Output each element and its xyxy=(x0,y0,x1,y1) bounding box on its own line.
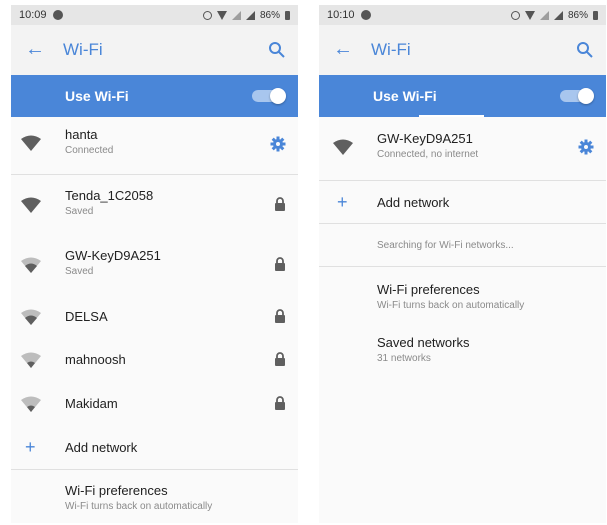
search-icon[interactable] xyxy=(268,41,286,59)
use-wifi-label: Use Wi-Fi xyxy=(373,88,437,104)
gear-icon[interactable] xyxy=(578,139,594,155)
wifi-signal-full-icon xyxy=(21,135,41,151)
add-network-label: Add network xyxy=(377,195,450,210)
wifi-preferences-subtitle: Wi-Fi turns back on automatically xyxy=(65,501,213,512)
network-status: Saved xyxy=(65,266,94,277)
data-saver-icon xyxy=(510,10,520,20)
network-item[interactable]: Tenda_1C2058 Saved xyxy=(11,175,298,235)
use-wifi-row[interactable]: Use Wi-Fi xyxy=(319,75,606,117)
add-network-label: Add network xyxy=(65,440,138,455)
search-icon[interactable] xyxy=(576,41,594,59)
signal-icon xyxy=(231,10,241,20)
status-time: 10:10 xyxy=(327,9,355,21)
wifi-preferences-title: Wi-Fi preferences xyxy=(377,282,480,297)
battery-percent: 86% xyxy=(567,9,588,21)
wifi-settings-screen-right: 10:10 86% ← Wi-Fi Use Wi-Fi GW-KeyD9A251… xyxy=(319,5,606,523)
network-item[interactable]: GW-KeyD9A251 Connected, no internet xyxy=(319,117,606,180)
wifi-settings-screen-left: 10:09 86% ← Wi-Fi Use Wi-Fi hanta Connec… xyxy=(11,5,298,523)
wifi-preferences-item[interactable]: Wi-Fi preferences Wi-Fi turns back on au… xyxy=(319,267,606,327)
signal-icon xyxy=(553,10,563,20)
wifi-toggle[interactable] xyxy=(560,88,594,104)
wifi-signal-medium-icon xyxy=(21,309,41,325)
page-title: Wi-Fi xyxy=(63,40,103,59)
plus-icon: + xyxy=(25,437,36,457)
lock-icon xyxy=(275,257,285,271)
network-name: Makidam xyxy=(65,396,118,411)
lock-icon xyxy=(275,396,285,410)
signal-icon xyxy=(245,10,255,20)
network-name: DELSA xyxy=(65,309,108,324)
use-wifi-row[interactable]: Use Wi-Fi xyxy=(11,75,298,117)
add-network-button[interactable]: + Add network xyxy=(319,181,606,223)
status-bar: 10:10 86% xyxy=(319,5,606,25)
wifi-status-icon xyxy=(524,10,535,20)
lock-icon xyxy=(275,352,285,366)
wifi-preferences-item[interactable]: Wi-Fi preferences Wi-Fi turns back on au… xyxy=(11,470,298,520)
network-item[interactable]: mahnoosh xyxy=(11,338,298,382)
network-status: Saved xyxy=(65,206,94,217)
network-item[interactable]: Makidam xyxy=(11,382,298,426)
battery-icon xyxy=(285,10,290,20)
network-name: mahnoosh xyxy=(65,352,126,367)
back-arrow-icon[interactable]: ← xyxy=(25,39,45,59)
network-name: Tenda_1C2058 xyxy=(65,188,154,203)
app-bar: ← Wi-Fi xyxy=(319,25,606,75)
network-item[interactable]: DELSA xyxy=(11,295,298,338)
network-status: Connected xyxy=(65,145,114,156)
wifi-status-icon xyxy=(216,10,227,20)
wifi-toggle[interactable] xyxy=(252,88,286,104)
notification-icon xyxy=(52,10,63,20)
use-wifi-label: Use Wi-Fi xyxy=(65,88,129,104)
lock-icon xyxy=(275,309,285,323)
page-title: Wi-Fi xyxy=(371,40,411,59)
saved-networks-item[interactable]: Saved networks 31 networks xyxy=(319,327,606,382)
network-item[interactable]: GW-KeyD9A251 Saved xyxy=(11,235,298,295)
signal-icon xyxy=(539,10,549,20)
saved-networks-count: 31 networks xyxy=(377,353,431,364)
battery-icon xyxy=(593,10,598,20)
network-name: GW-KeyD9A251 xyxy=(377,131,473,146)
gear-icon[interactable] xyxy=(270,136,286,152)
wifi-signal-low-icon xyxy=(21,396,41,412)
battery-percent: 86% xyxy=(259,9,280,21)
wifi-signal-full-icon xyxy=(333,139,353,155)
network-item[interactable]: hanta Connected xyxy=(11,117,298,174)
notification-icon xyxy=(360,10,371,20)
data-saver-icon xyxy=(202,10,212,20)
plus-icon: + xyxy=(337,192,348,212)
status-bar: 10:09 86% xyxy=(11,5,298,25)
network-name: GW-KeyD9A251 xyxy=(65,248,161,263)
wifi-signal-full-icon xyxy=(21,197,41,213)
searching-status: Searching for Wi-Fi networks... xyxy=(319,224,606,266)
wifi-preferences-subtitle: Wi-Fi turns back on automatically xyxy=(377,300,525,311)
app-bar: ← Wi-Fi xyxy=(11,25,298,75)
network-name: hanta xyxy=(65,127,98,142)
saved-networks-title: Saved networks xyxy=(377,335,470,350)
wifi-signal-medium-icon xyxy=(21,257,41,273)
network-status: Connected, no internet xyxy=(377,149,479,160)
status-time: 10:09 xyxy=(19,9,47,21)
back-arrow-icon[interactable]: ← xyxy=(333,39,353,59)
lock-icon xyxy=(275,197,285,211)
wifi-signal-low-icon xyxy=(21,352,41,368)
wifi-preferences-title: Wi-Fi preferences xyxy=(65,483,168,498)
add-network-button[interactable]: + Add network xyxy=(11,426,298,469)
searching-text: Searching for Wi-Fi networks... xyxy=(377,240,514,251)
